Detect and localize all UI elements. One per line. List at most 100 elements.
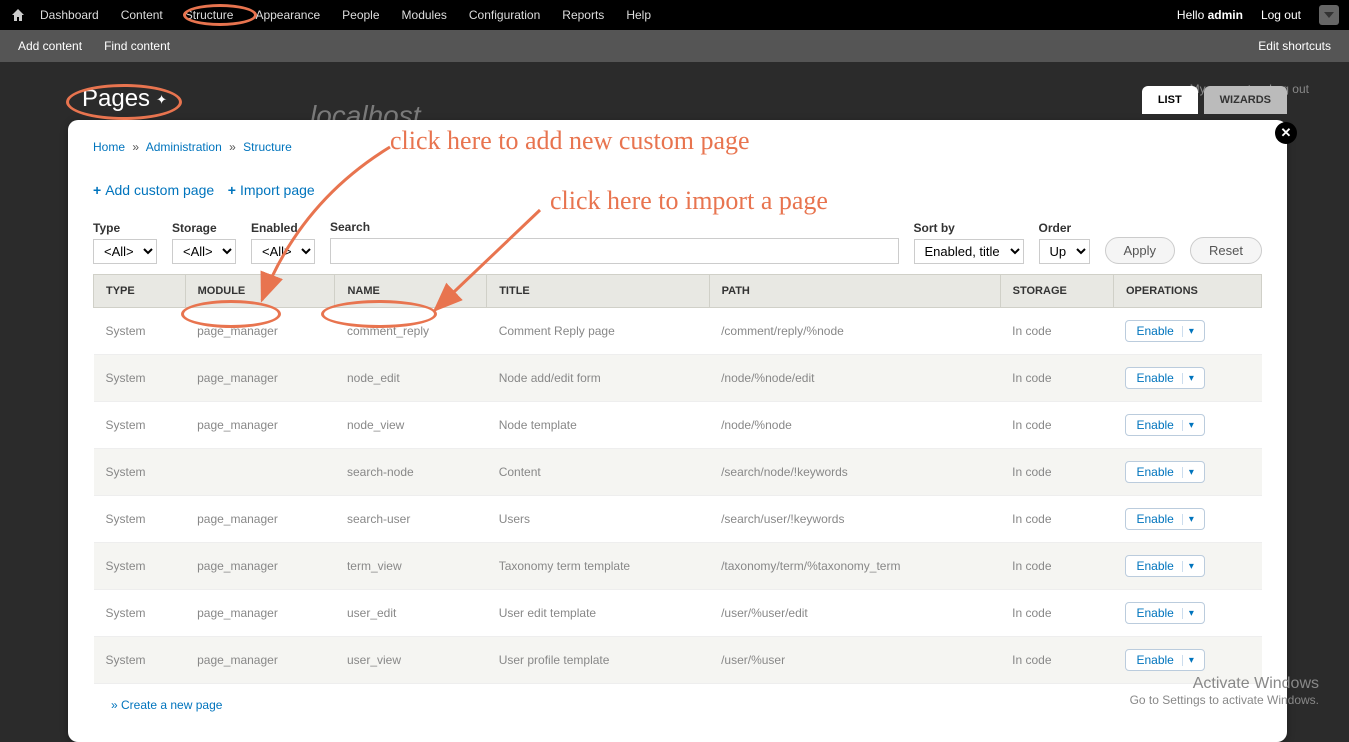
tab-wizards[interactable]: WIZARDS: [1204, 86, 1287, 114]
cell-type: System: [94, 543, 186, 590]
col-storage[interactable]: STORAGE: [1000, 275, 1113, 308]
activate-windows: Activate Windows Go to Settings to activ…: [1130, 675, 1319, 707]
home-icon[interactable]: [10, 7, 26, 23]
menu-dashboard[interactable]: Dashboard: [40, 8, 99, 22]
enable-button[interactable]: Enable▾: [1125, 461, 1204, 483]
cell-module: page_manager: [185, 543, 335, 590]
col-path[interactable]: PATH: [709, 275, 1000, 308]
cell-operations: Enable▾: [1113, 355, 1261, 402]
table-row: Systempage_managercomment_replyComment R…: [94, 308, 1262, 355]
breadcrumb-structure[interactable]: Structure: [243, 140, 292, 154]
chevron-down-icon[interactable]: ▾: [1182, 608, 1194, 619]
table-row: Systempage_managernode_editNode add/edit…: [94, 355, 1262, 402]
table-row: Systempage_managerterm_viewTaxonomy term…: [94, 543, 1262, 590]
col-name[interactable]: NAME: [335, 275, 487, 308]
cell-storage: In code: [1000, 308, 1113, 355]
enable-button[interactable]: Enable▾: [1125, 555, 1204, 577]
enable-button[interactable]: Enable▾: [1125, 602, 1204, 624]
cell-module: page_manager: [185, 402, 335, 449]
col-type[interactable]: TYPE: [94, 275, 186, 308]
menu-help[interactable]: Help: [626, 8, 651, 22]
chevron-down-icon[interactable]: ▾: [1182, 514, 1194, 525]
storage-select[interactable]: <All>: [172, 239, 236, 264]
enable-button[interactable]: Enable▾: [1125, 649, 1204, 671]
table-row: Systempage_managernode_viewNode template…: [94, 402, 1262, 449]
cell-title: User profile template: [487, 637, 709, 684]
chevron-down-icon[interactable]: ▾: [1182, 561, 1194, 572]
create-new-page-link[interactable]: » Create a new page: [111, 698, 222, 712]
enable-button[interactable]: Enable▾: [1125, 320, 1204, 342]
cell-name: term_view: [335, 543, 487, 590]
cell-type: System: [94, 308, 186, 355]
pages-table: TYPE MODULE NAME TITLE PATH STORAGE OPER…: [93, 274, 1262, 684]
cell-name: user_view: [335, 637, 487, 684]
cell-storage: In code: [1000, 496, 1113, 543]
cell-type: System: [94, 496, 186, 543]
menu-content[interactable]: Content: [121, 8, 163, 22]
cell-operations: Enable▾: [1113, 449, 1261, 496]
filters: Type <All> Storage <All> Enabled <All> S…: [93, 220, 1262, 264]
table-row: Systempage_manageruser_viewUser profile …: [94, 637, 1262, 684]
close-icon[interactable]: ✕: [1275, 122, 1297, 144]
cell-operations: Enable▾: [1113, 543, 1261, 590]
cell-title: User edit template: [487, 590, 709, 637]
logout-link[interactable]: Log out: [1261, 8, 1301, 22]
enabled-select[interactable]: <All>: [251, 239, 315, 264]
cell-type: System: [94, 590, 186, 637]
cell-name: user_edit: [335, 590, 487, 637]
chevron-down-icon[interactable]: ▾: [1182, 420, 1194, 431]
tab-list[interactable]: LIST: [1142, 86, 1198, 114]
menu-people[interactable]: People: [342, 8, 379, 22]
cell-title: Users: [487, 496, 709, 543]
import-page-link[interactable]: +Import page: [228, 182, 315, 198]
table-row: Systempage_managersearch-userUsers/searc…: [94, 496, 1262, 543]
sortby-select[interactable]: Enabled, title: [914, 239, 1024, 264]
add-custom-page-link[interactable]: +Add custom page: [93, 182, 214, 198]
storage-label: Storage: [172, 221, 236, 235]
enable-button[interactable]: Enable▾: [1125, 508, 1204, 530]
cell-storage: In code: [1000, 590, 1113, 637]
menu-modules[interactable]: Modules: [402, 8, 447, 22]
chevron-down-icon[interactable]: ▾: [1182, 467, 1194, 478]
cell-operations: Enable▾: [1113, 496, 1261, 543]
shortcut-toggle-icon[interactable]: [1319, 5, 1339, 25]
cell-path: /search/user/!keywords: [709, 496, 1000, 543]
cell-module: page_manager: [185, 637, 335, 684]
search-input[interactable]: [330, 238, 899, 264]
cell-module: [185, 449, 335, 496]
cell-path: /node/%node/edit: [709, 355, 1000, 402]
cell-type: System: [94, 449, 186, 496]
cell-operations: Enable▾: [1113, 308, 1261, 355]
chevron-down-icon[interactable]: ▾: [1182, 655, 1194, 666]
order-select[interactable]: Up: [1039, 239, 1090, 264]
cell-storage: In code: [1000, 355, 1113, 402]
find-content-link[interactable]: Find content: [104, 39, 170, 53]
apply-button[interactable]: Apply: [1105, 237, 1176, 264]
chevron-down-icon[interactable]: ▾: [1182, 326, 1194, 337]
cell-module: page_manager: [185, 496, 335, 543]
breadcrumb-home[interactable]: Home: [93, 140, 125, 154]
gear-icon[interactable]: ✦: [156, 92, 167, 107]
cell-path: /user/%user: [709, 637, 1000, 684]
cell-path: /comment/reply/%node: [709, 308, 1000, 355]
edit-shortcuts-link[interactable]: Edit shortcuts: [1258, 39, 1331, 53]
menu-appearance[interactable]: Appearance: [255, 8, 320, 22]
cell-path: /node/%node: [709, 402, 1000, 449]
enable-button[interactable]: Enable▾: [1125, 367, 1204, 389]
type-select[interactable]: <All>: [93, 239, 157, 264]
table-row: Systempage_manageruser_editUser edit tem…: [94, 590, 1262, 637]
menu-configuration[interactable]: Configuration: [469, 8, 540, 22]
menu-structure[interactable]: Structure: [185, 8, 234, 22]
cell-type: System: [94, 355, 186, 402]
cell-path: /taxonomy/term/%taxonomy_term: [709, 543, 1000, 590]
cell-title: Node add/edit form: [487, 355, 709, 402]
enable-button[interactable]: Enable▾: [1125, 414, 1204, 436]
chevron-down-icon[interactable]: ▾: [1182, 373, 1194, 384]
reset-button[interactable]: Reset: [1190, 237, 1262, 264]
col-title[interactable]: TITLE: [487, 275, 709, 308]
breadcrumb-admin[interactable]: Administration: [146, 140, 222, 154]
col-module[interactable]: MODULE: [185, 275, 335, 308]
menu-reports[interactable]: Reports: [562, 8, 604, 22]
add-content-link[interactable]: Add content: [18, 39, 82, 53]
cell-storage: In code: [1000, 637, 1113, 684]
